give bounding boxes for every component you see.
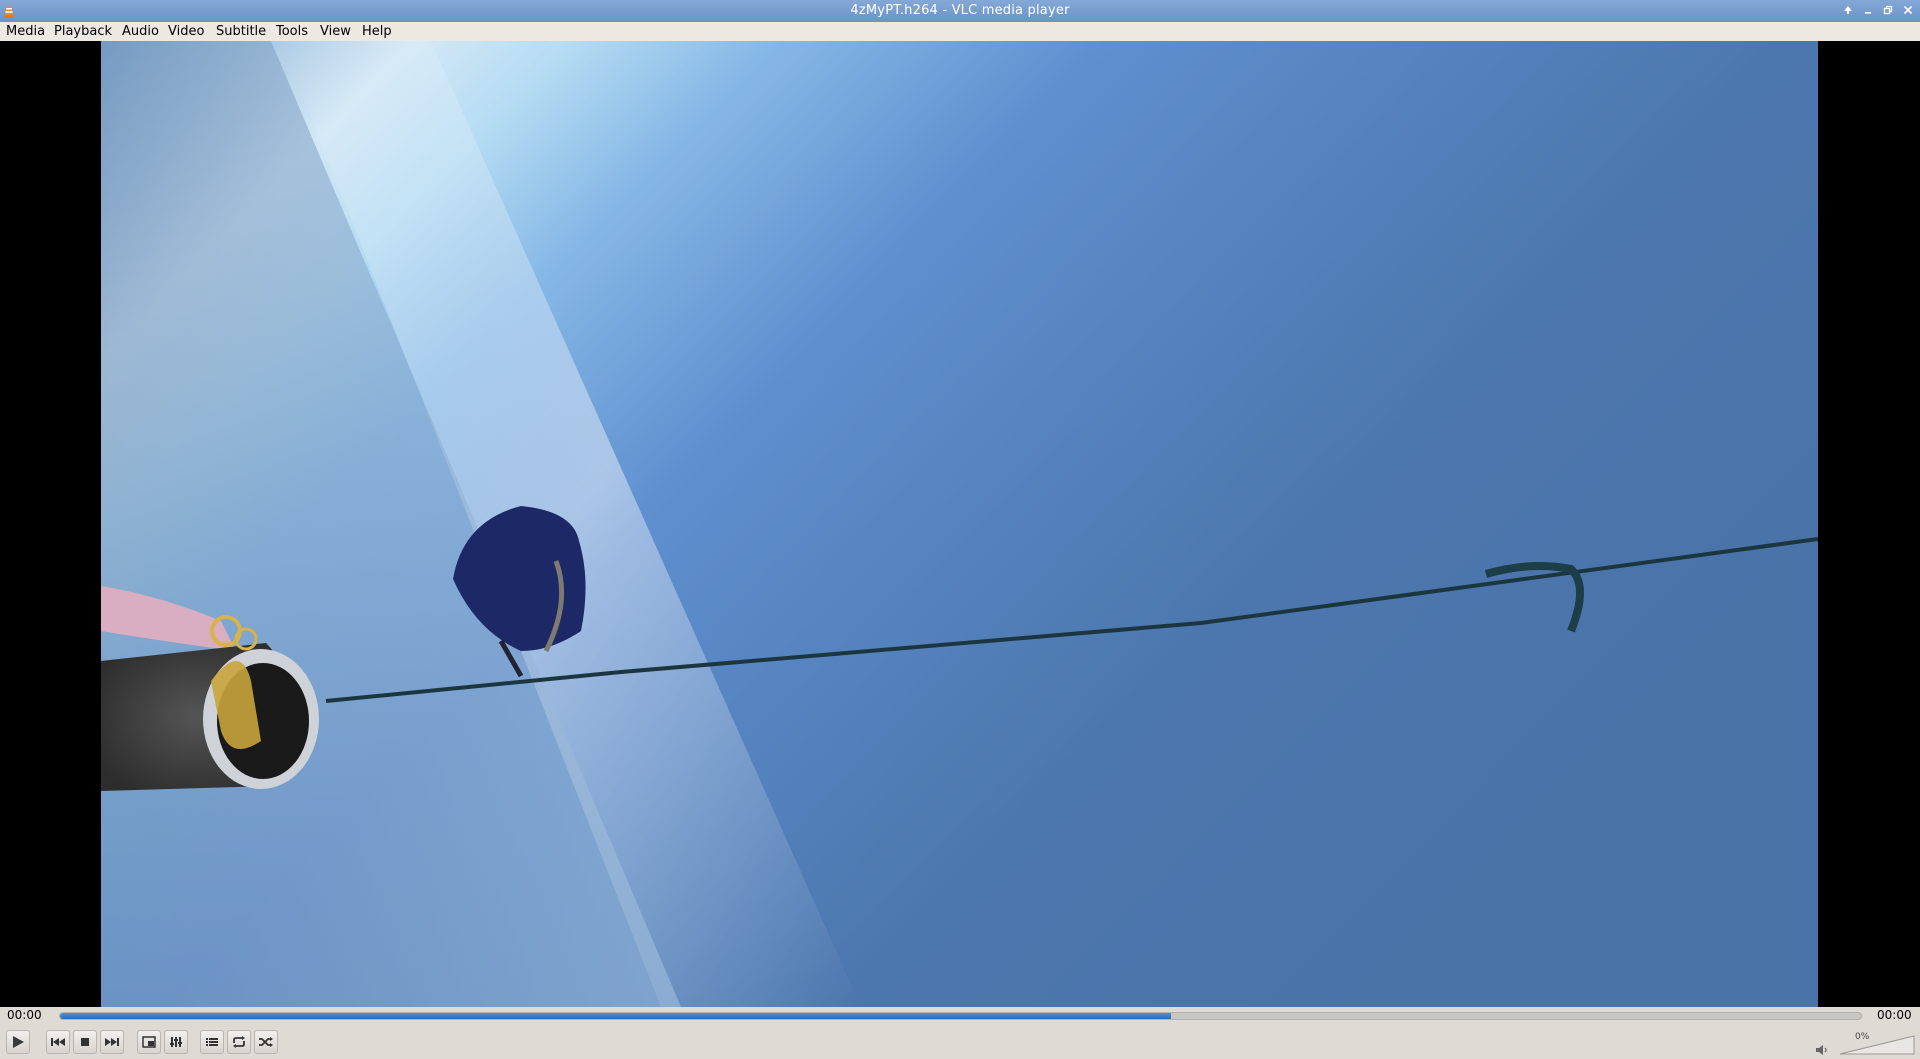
restore-icon (1883, 5, 1893, 15)
maximize-button[interactable] (1880, 2, 1896, 18)
menu-audio[interactable]: Audio (122, 24, 159, 39)
stop-icon (81, 1038, 89, 1046)
video-frame (101, 41, 1818, 1007)
fullscreen-button[interactable] (137, 1030, 161, 1054)
loop-button[interactable] (227, 1030, 251, 1054)
menu-playback[interactable]: Playback (54, 24, 112, 39)
elapsed-time: 00:00 (7, 1008, 42, 1022)
loop-icon (233, 1036, 245, 1048)
menu-bar: Media Playback Audio Video Subtitle Tool… (0, 22, 1920, 42)
minimize-icon (1865, 12, 1871, 14)
menu-view[interactable]: View (320, 24, 351, 39)
menu-help[interactable]: Help (362, 24, 392, 39)
keep-above-button[interactable] (1840, 2, 1856, 18)
fullscreen-icon (142, 1036, 156, 1048)
stop-button[interactable] (73, 1030, 97, 1054)
close-button[interactable] (1900, 2, 1916, 18)
title-bar: 4zMyPT.h264 - VLC media player (0, 0, 1920, 22)
extended-settings-button[interactable] (164, 1030, 188, 1054)
playlist-icon (206, 1038, 218, 1046)
menu-subtitle[interactable]: Subtitle (216, 24, 266, 39)
seek-slider[interactable] (59, 1012, 1862, 1020)
video-area[interactable] (0, 41, 1920, 1007)
volume-slider[interactable] (1838, 1033, 1916, 1055)
menu-tools[interactable]: Tools (276, 24, 308, 39)
play-icon (13, 1036, 24, 1048)
play-button[interactable] (6, 1030, 30, 1054)
equalizer-icon (170, 1037, 182, 1047)
playlist-button[interactable] (200, 1030, 224, 1054)
close-icon (1903, 5, 1913, 15)
minimize-button[interactable] (1860, 2, 1876, 18)
speaker-icon[interactable] (1815, 1043, 1829, 1057)
total-time: 00:00 (1877, 1008, 1912, 1022)
previous-button[interactable] (46, 1030, 70, 1054)
next-button[interactable] (100, 1030, 124, 1054)
seek-progress (60, 1013, 1172, 1019)
window-title: 4zMyPT.h264 - VLC media player (850, 3, 1070, 18)
skip-next-icon (105, 1038, 119, 1046)
arrow-up-icon (1844, 6, 1852, 14)
skip-previous-icon (51, 1038, 65, 1046)
menu-video[interactable]: Video (168, 24, 204, 39)
control-bar: 00:00 00:00 0% (0, 1007, 1920, 1059)
menu-media[interactable]: Media (6, 24, 45, 39)
shuffle-icon (259, 1037, 273, 1047)
random-button[interactable] (254, 1030, 278, 1054)
